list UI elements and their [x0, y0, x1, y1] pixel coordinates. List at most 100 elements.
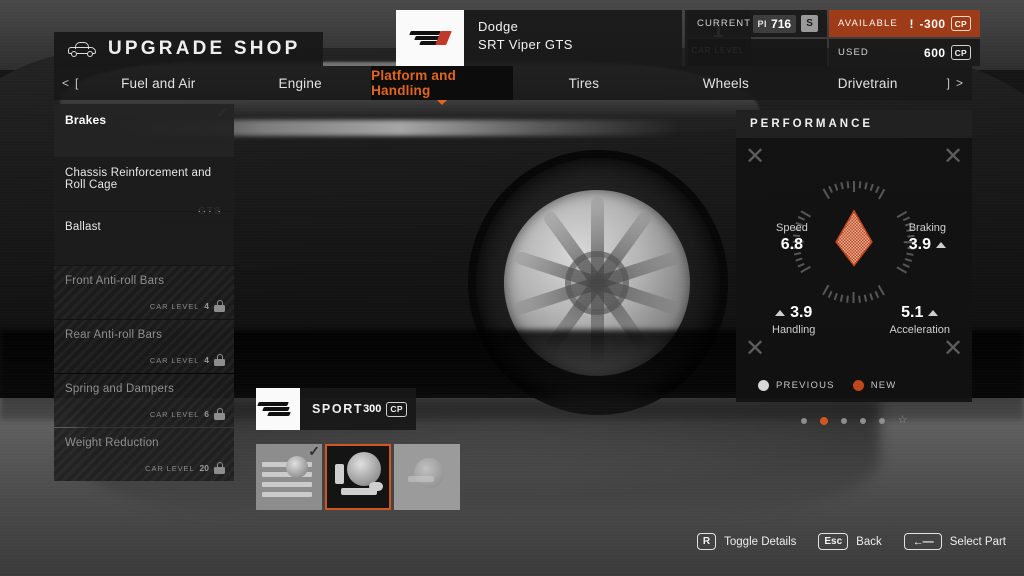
current-pi-row: CURRENT PI 716 S — [688, 10, 828, 37]
axis-marker-speed: ✕ — [744, 143, 766, 170]
game-screen: GTS UPGRADE SHOP Dodge SRT Viper GTS 1 C… — [0, 0, 1024, 576]
part-list-item-label: Weight Reduction — [65, 437, 159, 449]
stat-handling: 3.9 Handling — [772, 304, 815, 336]
stat-braking-label: Braking — [908, 222, 946, 234]
tab-label: Fuel and Air — [121, 75, 196, 91]
part-list-item: Front Anti-roll Bars CAR LEVEL 4 — [54, 266, 234, 319]
part-name: SPORT — [312, 402, 364, 416]
check-icon: ✓ — [308, 444, 320, 459]
key-icon: R — [696, 533, 717, 550]
selected-part-detail: SPORT 300 CP — [256, 388, 416, 430]
car-level-requirement-label: CAR LEVEL — [149, 409, 200, 419]
cp-unit-icon: CP — [386, 401, 407, 417]
legend-new: NEW — [852, 379, 897, 391]
bumper-right-icon: ] — [946, 76, 951, 90]
part-list-item: Rear Anti-roll Bars CAR LEVEL 4 — [54, 320, 234, 373]
car-model: SRT Viper GTS — [478, 37, 573, 52]
tab-next-button[interactable]: ] > — [939, 66, 972, 100]
part-list-item-label: Chassis Reinforcement and Roll Cage — [65, 167, 212, 191]
check-icon: ✓ — [215, 105, 229, 122]
control-hints: R Toggle Details Esc Back ←— Select Part — [696, 533, 1006, 550]
part-detail-meta: SPORT 300 CP — [300, 388, 416, 430]
axis-marker-acceleration: ✕ — [942, 335, 964, 362]
cp-unit-icon: CP — [950, 16, 971, 31]
control-hint-select-part[interactable]: ←— Select Part — [903, 533, 1006, 550]
bumper-left-icon: [ — [75, 76, 80, 90]
tab-label: Drivetrain — [837, 75, 898, 91]
used-credits-row: USED 600 CP — [829, 39, 980, 66]
arrow-up-icon — [935, 242, 946, 248]
page-indicator[interactable]: ☆ — [736, 415, 972, 426]
tab-wheels[interactable]: Wheels — [655, 66, 797, 100]
car-make: Dodge — [478, 19, 519, 34]
stock-brakes-thumbnail[interactable]: ✓ — [256, 444, 322, 510]
tab-label: Engine — [278, 75, 322, 91]
stat-speed-value: 6.8 — [780, 236, 804, 253]
performance-radar: ✕ ✕ ✕ ✕ Speed 6.8 Braking 3.9 3.9 Handli… — [736, 138, 972, 368]
page-dot[interactable] — [819, 416, 828, 425]
part-list-item[interactable]: Ballast — [54, 212, 234, 265]
tab-drivetrain[interactable]: Drivetrain — [797, 66, 939, 100]
part-list-item-label: Spring and Dampers — [65, 383, 175, 395]
available-label: AVAILABLE — [838, 18, 898, 29]
legend-new-dot-icon — [852, 379, 864, 391]
arrow-up-icon — [775, 310, 786, 316]
current-label: CURRENT — [697, 18, 752, 29]
part-brand-logo — [256, 388, 300, 430]
pi-tag: PI — [757, 18, 768, 29]
star-icon[interactable]: ☆ — [898, 415, 908, 426]
legend-previous-label: PREVIOUS — [776, 379, 835, 391]
tab-fuel-and-air[interactable]: Fuel and Air — [87, 66, 229, 100]
car-level-requirement-label: CAR LEVEL — [145, 463, 195, 473]
car-level-requirement-label: CAR LEVEL — [149, 355, 200, 365]
lock-icon — [214, 462, 225, 474]
race-brakes-thumbnail[interactable] — [394, 444, 460, 510]
control-hint-label: Back — [856, 535, 882, 548]
tab-engine[interactable]: Engine — [229, 66, 371, 100]
part-lock-requirement: CAR LEVEL 20 — [145, 462, 225, 474]
page-dot[interactable] — [840, 417, 847, 424]
radar-polygon — [835, 209, 873, 267]
available-credits-row: AVAILABLE ! -300 CP — [829, 10, 980, 37]
control-hint-back[interactable]: Esc Back — [818, 533, 882, 550]
legend-previous-dot-icon — [758, 379, 769, 391]
class-badge: S — [801, 15, 819, 32]
lock-icon — [214, 354, 225, 366]
part-list-item[interactable]: Brakes ✓ — [54, 104, 234, 157]
part-thumbnail-strip[interactable]: ✓ — [256, 444, 460, 510]
page-dot[interactable] — [859, 417, 866, 424]
manufacturer-logo — [396, 10, 464, 66]
page-dot[interactable] — [878, 417, 885, 424]
category-tabs[interactable]: < [ Fuel and Air Engine Platform and Handl… — [54, 66, 972, 105]
stat-acceleration-label: Acceleration — [889, 324, 950, 336]
used-label: USED — [838, 47, 869, 58]
stat-handling-label: Handling — [772, 324, 816, 336]
tab-platform-and-handling[interactable]: Platform and Handling — [371, 66, 513, 105]
page-dot[interactable] — [800, 417, 807, 424]
part-list-item[interactable]: Chassis Reinforcement and Roll Cage — [54, 158, 234, 211]
control-hint-toggle-details[interactable]: R Toggle Details — [696, 533, 796, 550]
car-level-requirement-label: CAR LEVEL — [149, 301, 200, 311]
tab-prev-button[interactable]: < [ — [54, 66, 87, 100]
part-category-list[interactable]: Brakes ✓ Chassis Reinforcement and Roll Ca… — [54, 104, 234, 482]
control-hint-label: Select Part — [949, 535, 1006, 548]
part-lock-requirement: CAR LEVEL 4 — [150, 300, 225, 312]
sport-brakes-thumbnail[interactable] — [325, 444, 391, 510]
tab-tires[interactable]: Tires — [513, 66, 655, 100]
part-list-item: Spring and Dampers CAR LEVEL 6 — [54, 374, 234, 427]
car-level-requirement-value: 4 — [204, 301, 209, 311]
stat-braking: Braking 3.9 — [909, 222, 946, 254]
part-lock-requirement: CAR LEVEL 4 — [150, 354, 225, 366]
manufacturer-logo-icon — [408, 29, 452, 47]
car-level-requirement-value: 6 — [204, 409, 209, 419]
stat-speed: Speed 6.8 — [776, 222, 808, 254]
tab-label: Platform and Handling — [371, 68, 457, 98]
key-icon: Esc — [818, 533, 849, 550]
thumbnail-art — [394, 444, 460, 510]
car-level-requirement-value: 4 — [204, 355, 209, 365]
part-list-item-label: Brakes — [65, 113, 107, 127]
key-icon: ←— — [903, 533, 942, 550]
legend-previous: PREVIOUS — [758, 379, 835, 391]
stat-speed-label: Speed — [776, 222, 808, 234]
pi-value: 716 — [771, 16, 792, 31]
